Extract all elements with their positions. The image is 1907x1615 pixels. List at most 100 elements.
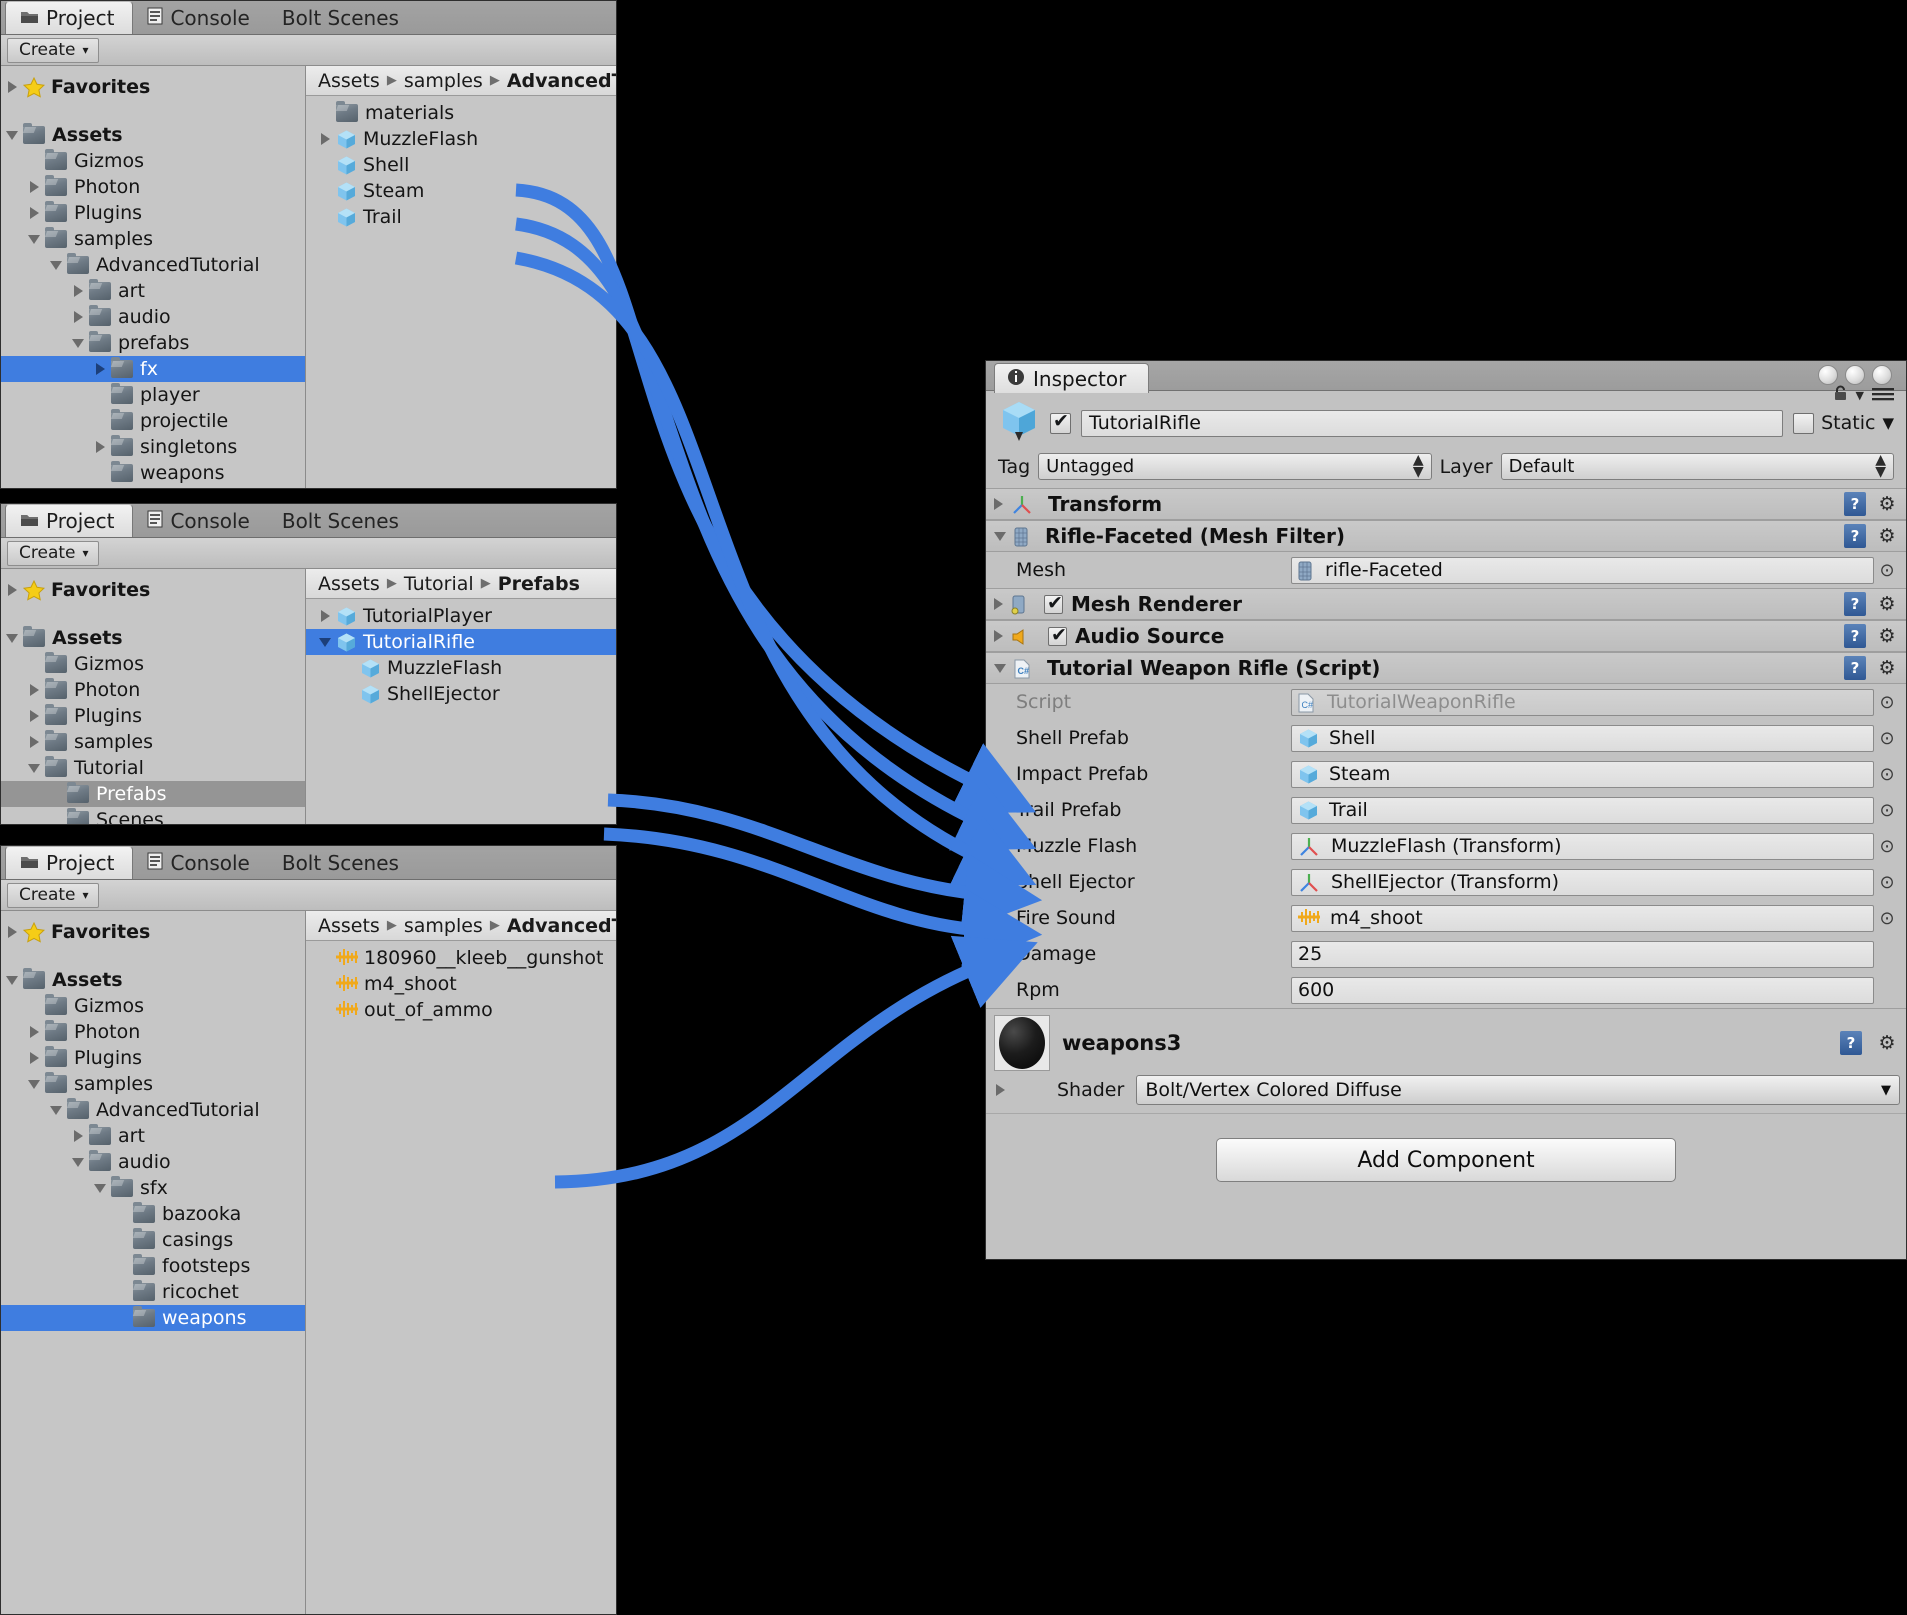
help-icon[interactable]: ? bbox=[1844, 624, 1866, 648]
asset-list[interactable]: TutorialPlayer TutorialRifle MuzzleFlash… bbox=[306, 599, 616, 707]
breadcrumb-item[interactable]: AdvancedTu bbox=[507, 70, 616, 92]
collapse-triangle-icon[interactable] bbox=[1, 130, 23, 140]
chevron-down-icon[interactable]: ▼ bbox=[1856, 389, 1864, 402]
component-enabled-checkbox[interactable] bbox=[1048, 624, 1067, 646]
asset-item[interactable]: ShellEjector bbox=[306, 681, 616, 707]
component-header[interactable]: Transform ? ⚙ bbox=[986, 488, 1906, 520]
collapse-triangle-icon[interactable] bbox=[23, 1079, 45, 1089]
expand-triangle-icon[interactable] bbox=[67, 285, 89, 297]
expand-triangle-icon[interactable] bbox=[1, 81, 23, 93]
tree-item[interactable]: audio bbox=[1, 1149, 305, 1175]
tab-project[interactable]: Project bbox=[5, 846, 134, 879]
asset-item[interactable]: out_of_ammo bbox=[306, 997, 616, 1023]
tree-item[interactable]: sfx bbox=[1, 1175, 305, 1201]
collapse-triangle-icon[interactable] bbox=[1, 975, 23, 985]
expand-triangle-icon[interactable] bbox=[314, 133, 336, 145]
asset-item[interactable]: TutorialPlayer bbox=[306, 603, 616, 629]
maximize-dot[interactable] bbox=[1845, 365, 1865, 385]
gear-icon[interactable]: ⚙ bbox=[1874, 525, 1900, 547]
component-header[interactable]: Mesh Renderer ? ⚙ bbox=[986, 588, 1906, 620]
help-icon[interactable]: ? bbox=[1844, 592, 1866, 616]
tab-bolt-scenes[interactable]: Bolt Scenes bbox=[268, 1, 417, 34]
tree-item[interactable]: art bbox=[1, 1123, 305, 1149]
tree-item[interactable]: Scenes bbox=[1, 807, 305, 824]
help-icon[interactable]: ? bbox=[1844, 524, 1866, 548]
asset-item[interactable]: Shell bbox=[306, 152, 616, 178]
object-name-field[interactable]: TutorialRifle bbox=[1081, 409, 1784, 437]
create-button[interactable]: Create ▾ bbox=[7, 882, 99, 908]
collapse-triangle-icon[interactable] bbox=[67, 338, 89, 348]
component-header[interactable]: C# Tutorial Weapon Rifle (Script) ? ⚙ bbox=[986, 652, 1906, 684]
tree-item[interactable]: fx bbox=[1, 356, 305, 382]
tree-item[interactable]: Favorites bbox=[1, 577, 305, 603]
tree-item[interactable]: Gizmos bbox=[1, 148, 305, 174]
tree-item[interactable]: Favorites bbox=[1, 919, 305, 945]
object-picker-icon[interactable]: ⊙ bbox=[1874, 560, 1900, 581]
object-enabled-checkbox[interactable] bbox=[1050, 410, 1071, 434]
help-icon[interactable]: ? bbox=[1844, 492, 1866, 516]
collapse-triangle-icon[interactable] bbox=[1, 633, 23, 643]
property-object-field[interactable]: C# TutorialWeaponRifle bbox=[1291, 688, 1874, 716]
asset-item[interactable]: m4_shoot bbox=[306, 971, 616, 997]
tab-project[interactable]: Project bbox=[5, 504, 134, 537]
property-object-field[interactable]: MuzzleFlash (Transform) bbox=[1291, 832, 1874, 860]
expand-triangle-icon[interactable] bbox=[996, 1084, 1005, 1096]
asset-item[interactable]: TutorialRifle bbox=[306, 629, 616, 655]
expand-triangle-icon[interactable] bbox=[23, 684, 45, 696]
gear-icon[interactable]: ⚙ bbox=[1874, 593, 1900, 615]
expand-triangle-icon[interactable] bbox=[67, 1130, 89, 1142]
collapse-triangle-icon[interactable] bbox=[23, 234, 45, 244]
expand-triangle-icon[interactable] bbox=[23, 1026, 45, 1038]
asset-item[interactable]: materials bbox=[306, 100, 616, 126]
property-object-field[interactable]: m4_shoot bbox=[1291, 904, 1874, 932]
collapse-triangle-icon[interactable] bbox=[89, 1183, 111, 1193]
tree-item[interactable]: samples bbox=[1, 729, 305, 755]
breadcrumb-item[interactable]: samples bbox=[404, 70, 483, 92]
tree-item[interactable]: Assets bbox=[1, 625, 305, 651]
expand-triangle-icon[interactable] bbox=[89, 441, 111, 453]
tree-item[interactable]: AdvancedTutorial bbox=[1, 252, 305, 278]
object-picker-icon[interactable]: ⊙ bbox=[1874, 872, 1900, 893]
tree-item[interactable]: samples bbox=[1, 226, 305, 252]
tree-item[interactable]: weapons bbox=[1, 460, 305, 486]
asset-item[interactable]: 180960__kleeb__gunshot bbox=[306, 945, 616, 971]
collapse-triangle-icon[interactable] bbox=[67, 1157, 89, 1167]
collapse-triangle-icon[interactable] bbox=[994, 531, 1006, 541]
lock-icon[interactable] bbox=[1833, 385, 1848, 405]
create-button[interactable]: Create ▾ bbox=[7, 540, 99, 566]
gear-icon[interactable]: ⚙ bbox=[1874, 657, 1900, 679]
tab-console[interactable]: Console bbox=[133, 504, 267, 537]
list-pane-top[interactable]: Assets ▶ samples ▶ AdvancedTu materials Muzz… bbox=[306, 66, 616, 488]
static-checkbox[interactable] bbox=[1793, 412, 1815, 434]
breadcrumb-item[interactable]: AdvancedTu bbox=[507, 915, 616, 937]
tree-item[interactable]: Favorites bbox=[1, 74, 305, 100]
tree-item[interactable]: audio bbox=[1, 304, 305, 330]
property-number-field[interactable]: 600 bbox=[1291, 976, 1874, 1004]
expand-triangle-icon[interactable] bbox=[89, 363, 111, 375]
collapse-triangle-icon[interactable] bbox=[23, 763, 45, 773]
expand-triangle-icon[interactable] bbox=[23, 181, 45, 193]
collapse-triangle-icon[interactable] bbox=[994, 663, 1006, 673]
collapse-triangle-icon[interactable] bbox=[314, 637, 336, 647]
tab-project[interactable]: Project bbox=[5, 1, 134, 34]
collapse-triangle-icon[interactable] bbox=[45, 260, 67, 270]
chevron-down-icon[interactable]: ▼ bbox=[1882, 414, 1894, 432]
object-picker-icon[interactable]: ⊙ bbox=[1874, 692, 1900, 713]
tree-pane-bot[interactable]: Favorites Assets Gizmos Photon Plugins s… bbox=[1, 911, 306, 1614]
tree-item[interactable]: Plugins bbox=[1, 703, 305, 729]
tree-item[interactable]: casings bbox=[1, 1227, 305, 1253]
asset-list[interactable]: 180960__kleeb__gunshot m4_shoot out_of_a… bbox=[306, 941, 616, 1023]
tag-dropdown[interactable]: Untagged ▲ ▼ bbox=[1038, 453, 1432, 480]
expand-triangle-icon[interactable] bbox=[23, 710, 45, 722]
tree-item[interactable]: Plugins bbox=[1, 200, 305, 226]
tab-inspector[interactable]: Inspector bbox=[994, 363, 1150, 393]
tree-item[interactable]: art bbox=[1, 278, 305, 304]
layer-dropdown[interactable]: Default ▲ ▼ bbox=[1500, 453, 1894, 480]
breadcrumb-item[interactable]: Assets bbox=[318, 915, 380, 937]
tab-bolt-scenes[interactable]: Bolt Scenes bbox=[268, 504, 417, 537]
component-header[interactable]: Rifle-Faceted (Mesh Filter) ? ⚙ bbox=[986, 520, 1906, 552]
component-header[interactable]: Audio Source ? ⚙ bbox=[986, 620, 1906, 652]
tree-item[interactable]: bazooka bbox=[1, 1201, 305, 1227]
breadcrumb-item[interactable]: Tutorial bbox=[404, 573, 474, 595]
expand-triangle-icon[interactable] bbox=[994, 598, 1003, 610]
